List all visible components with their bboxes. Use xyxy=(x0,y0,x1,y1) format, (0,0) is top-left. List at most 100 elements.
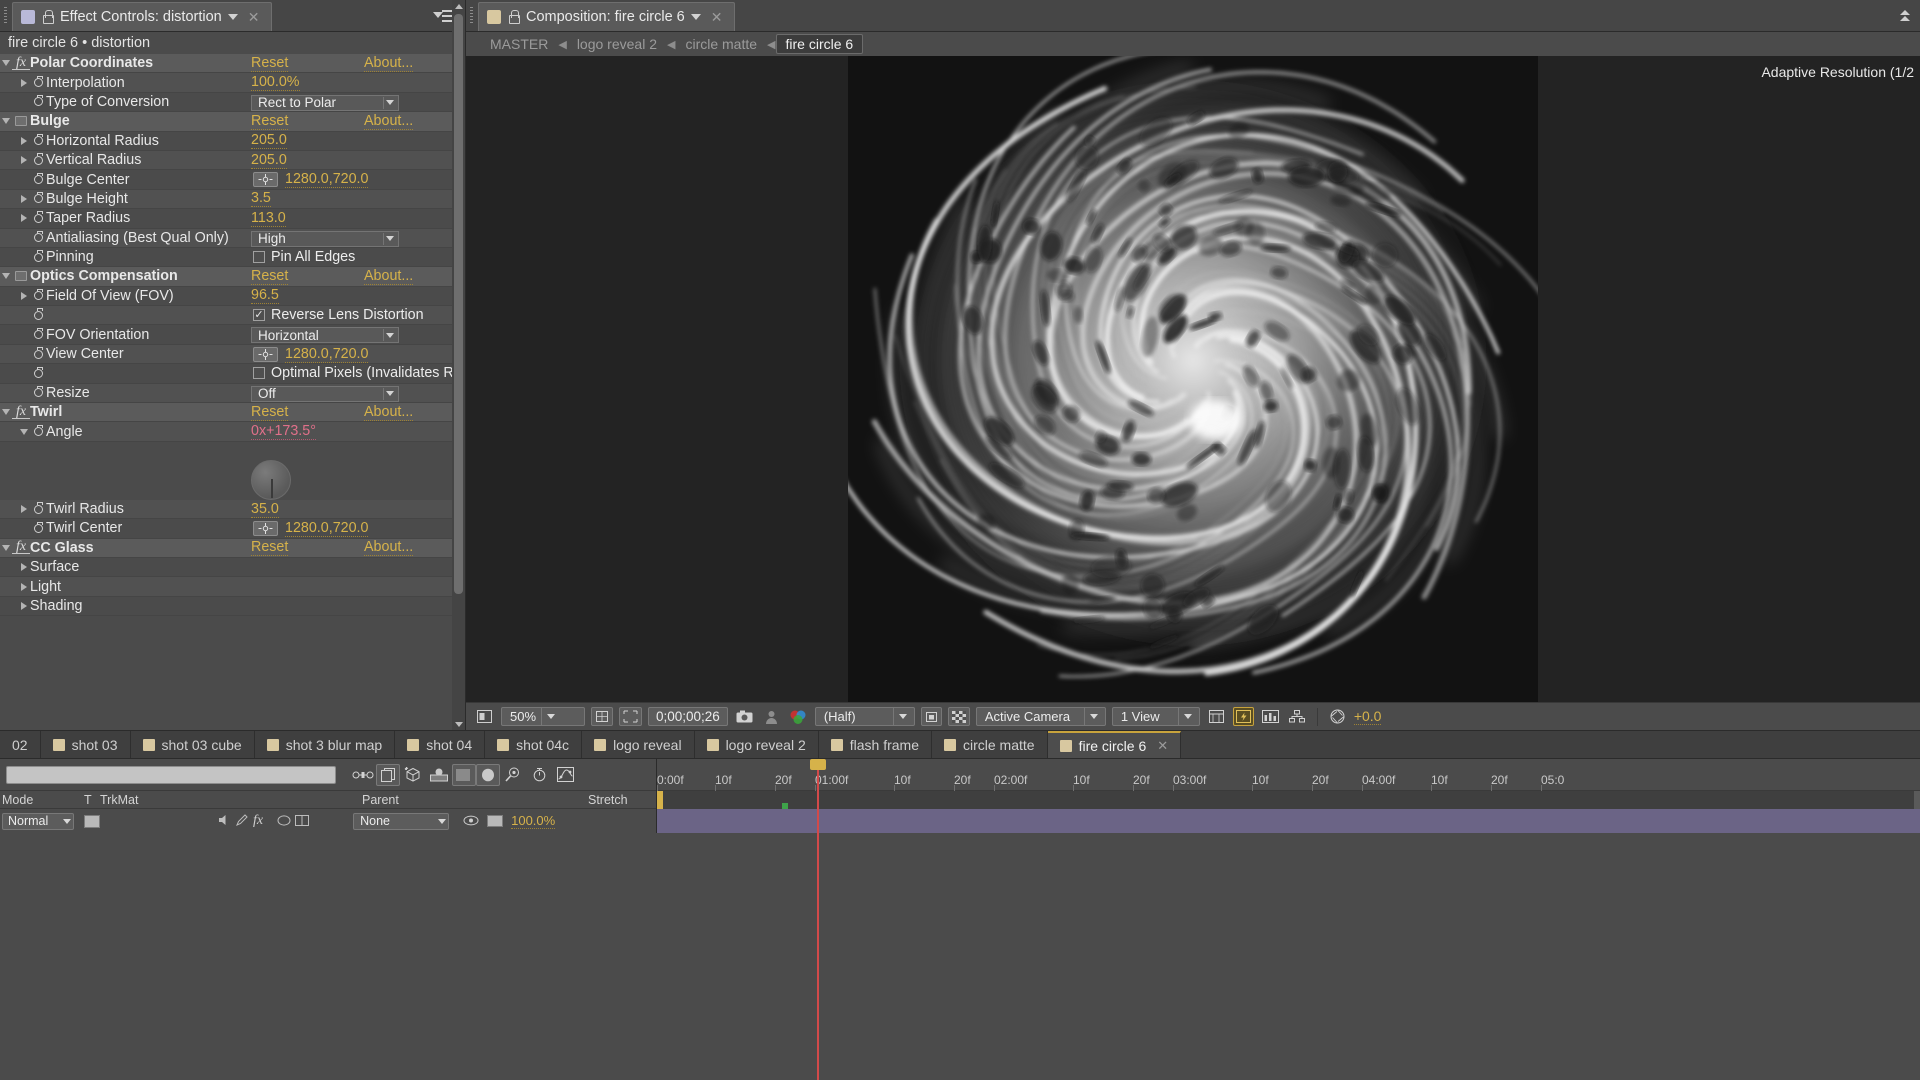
stopwatch-icon[interactable] xyxy=(30,350,46,359)
stopwatch-icon[interactable] xyxy=(30,233,46,242)
composition-tab[interactable]: logo reveal 2 xyxy=(695,731,819,758)
composition-renderer-icon[interactable] xyxy=(376,764,400,786)
collapse-panel-button[interactable] xyxy=(1898,0,1920,31)
effect-controls-scrollbar[interactable] xyxy=(452,0,465,730)
fast-previews-button[interactable] xyxy=(1233,707,1254,726)
parameter-value[interactable]: 205.0 xyxy=(251,152,287,169)
effect-parameter-row[interactable]: FOV Orientation Horizontal xyxy=(0,325,465,344)
effect-parameter-row[interactable]: Light xyxy=(0,577,465,596)
checkbox[interactable]: ✓ xyxy=(253,309,265,321)
composition-tab[interactable]: 02 xyxy=(0,731,41,758)
effect-header-row[interactable]: Optics Compensation Reset About... xyxy=(0,267,465,286)
breadcrumb-item[interactable]: fire circle 6 xyxy=(776,34,864,54)
auto-keyframe-icon[interactable] xyxy=(500,764,526,786)
angle-dial[interactable] xyxy=(251,460,291,500)
work-area-end-handle[interactable] xyxy=(1914,791,1920,809)
keyframe-marker-green[interactable] xyxy=(782,803,788,809)
effect-header-row[interactable]: fx Twirl Reset About... xyxy=(0,403,465,422)
stopwatch-icon[interactable] xyxy=(30,291,46,300)
camera-view-select[interactable]: Active Camera xyxy=(976,707,1106,726)
stopwatch-icon[interactable] xyxy=(30,427,46,436)
chevron-down-icon[interactable] xyxy=(228,14,238,20)
about-link[interactable]: About... xyxy=(364,55,413,72)
parameter-dropdown[interactable]: Off xyxy=(251,386,399,402)
comp-flowchart-icon[interactable] xyxy=(1287,707,1308,726)
playhead-handle[interactable] xyxy=(810,759,826,770)
effect-parameter-row[interactable]: Resize Off xyxy=(0,384,465,403)
3d-renderer-icon[interactable] xyxy=(400,764,426,786)
disclosure-triangle-icon[interactable] xyxy=(0,273,12,279)
current-time-indicator[interactable] xyxy=(817,759,819,1080)
reset-link[interactable]: Reset xyxy=(251,113,288,130)
effect-parameter-row[interactable]: Surface xyxy=(0,558,465,577)
disclosure-triangle-icon[interactable] xyxy=(18,583,30,591)
stopwatch-icon[interactable] xyxy=(30,505,46,514)
layer-switches-icon[interactable] xyxy=(350,764,376,786)
composition-viewer[interactable]: Adaptive Resolution (1/2 xyxy=(466,56,1920,702)
angle-value[interactable]: 0x+173.5° xyxy=(251,423,316,440)
disclosure-triangle-icon[interactable] xyxy=(18,195,30,203)
stopwatch-icon[interactable] xyxy=(30,194,46,203)
about-link[interactable]: About... xyxy=(364,113,413,130)
disclosure-triangle-icon[interactable] xyxy=(18,292,30,300)
panel-grip-icon[interactable] xyxy=(0,0,10,31)
pen-icon[interactable] xyxy=(236,813,248,830)
lock-icon[interactable] xyxy=(41,10,54,24)
disclosure-triangle-icon[interactable] xyxy=(18,563,30,571)
scroll-down-icon[interactable] xyxy=(453,718,464,730)
composition-tab[interactable]: shot 3 blur map xyxy=(255,731,396,758)
show-channel-icon[interactable] xyxy=(788,707,809,726)
stopwatch-icon[interactable] xyxy=(30,311,46,320)
effect-header-row[interactable]: Bulge Reset About... xyxy=(0,112,465,131)
effect-header-row[interactable]: fx CC Glass Reset About... xyxy=(0,539,465,558)
audio-icon[interactable] xyxy=(218,813,231,830)
composition-tab[interactable]: shot 03 cube xyxy=(131,731,255,758)
scroll-up-icon[interactable] xyxy=(453,0,464,12)
stopwatch-icon[interactable] xyxy=(526,764,552,786)
comp-close-icon[interactable]: ✕ xyxy=(707,9,727,26)
blend-mode-select[interactable]: Normal xyxy=(2,813,74,830)
parameter-value[interactable]: 96.5 xyxy=(251,287,279,304)
effect-parameter-row[interactable]: Optimal Pixels (Invalidates R xyxy=(0,364,465,383)
pixel-aspect-correction-icon[interactable] xyxy=(1206,707,1227,726)
timeline-view-icon[interactable] xyxy=(1260,707,1281,726)
timeline-search-input[interactable] xyxy=(6,766,336,784)
reset-link[interactable]: Reset xyxy=(251,268,288,285)
region-of-interest-button[interactable] xyxy=(619,707,642,726)
about-link[interactable]: About... xyxy=(364,404,413,421)
effect-enable-checkbox[interactable] xyxy=(12,116,30,126)
stopwatch-icon[interactable] xyxy=(30,156,46,165)
disclosure-triangle-icon[interactable] xyxy=(18,137,30,145)
disclosure-triangle-icon[interactable] xyxy=(0,409,12,415)
layer-visibility-icon[interactable] xyxy=(463,813,479,830)
reset-link[interactable]: Reset xyxy=(251,404,288,421)
effect-parameter-row[interactable]: Bulge Center 1280.0,720.0 xyxy=(0,170,465,189)
parent-select[interactable]: None xyxy=(353,813,449,830)
composition-tab[interactable]: logo reveal xyxy=(582,731,695,758)
tab-composition[interactable]: Composition: fire circle 6 ✕ xyxy=(478,2,735,31)
shy-icon[interactable] xyxy=(277,813,291,830)
tab-close-icon[interactable]: ✕ xyxy=(1157,738,1168,754)
parameter-value[interactable]: 35.0 xyxy=(251,501,279,518)
motion-blur-icon[interactable] xyxy=(452,764,476,786)
stopwatch-icon[interactable] xyxy=(30,175,46,184)
draft-3d-icon[interactable] xyxy=(426,764,452,786)
stopwatch-icon[interactable] xyxy=(30,214,46,223)
collapse-transform-icon[interactable] xyxy=(295,813,309,830)
always-preview-icon[interactable] xyxy=(474,707,495,726)
stopwatch-icon[interactable] xyxy=(30,524,46,533)
point-picker-icon[interactable] xyxy=(253,172,278,187)
close-icon[interactable]: ✕ xyxy=(244,9,264,26)
effect-enable-checkbox[interactable] xyxy=(12,271,30,281)
timeline-ruler[interactable]: 0:00f 10f 20f 01:00f 10f 20f 02:00f 10f 20f 03:00… xyxy=(656,759,1920,791)
stretch-value[interactable]: 100.0% xyxy=(511,813,555,829)
composition-tab[interactable]: flash frame xyxy=(819,731,932,758)
composition-tab[interactable]: circle matte xyxy=(932,731,1048,758)
layer-duration-bar[interactable] xyxy=(656,809,1920,833)
effect-parameter-row[interactable]: Twirl Radius 35.0 xyxy=(0,500,465,519)
effect-parameter-row[interactable]: Type of Conversion Rect to Polar xyxy=(0,93,465,112)
disclosure-triangle-icon[interactable] xyxy=(18,156,30,164)
view-layout-select[interactable]: 1 View xyxy=(1112,707,1200,726)
stopwatch-icon[interactable] xyxy=(30,369,46,378)
disclosure-triangle-icon[interactable] xyxy=(18,214,30,222)
